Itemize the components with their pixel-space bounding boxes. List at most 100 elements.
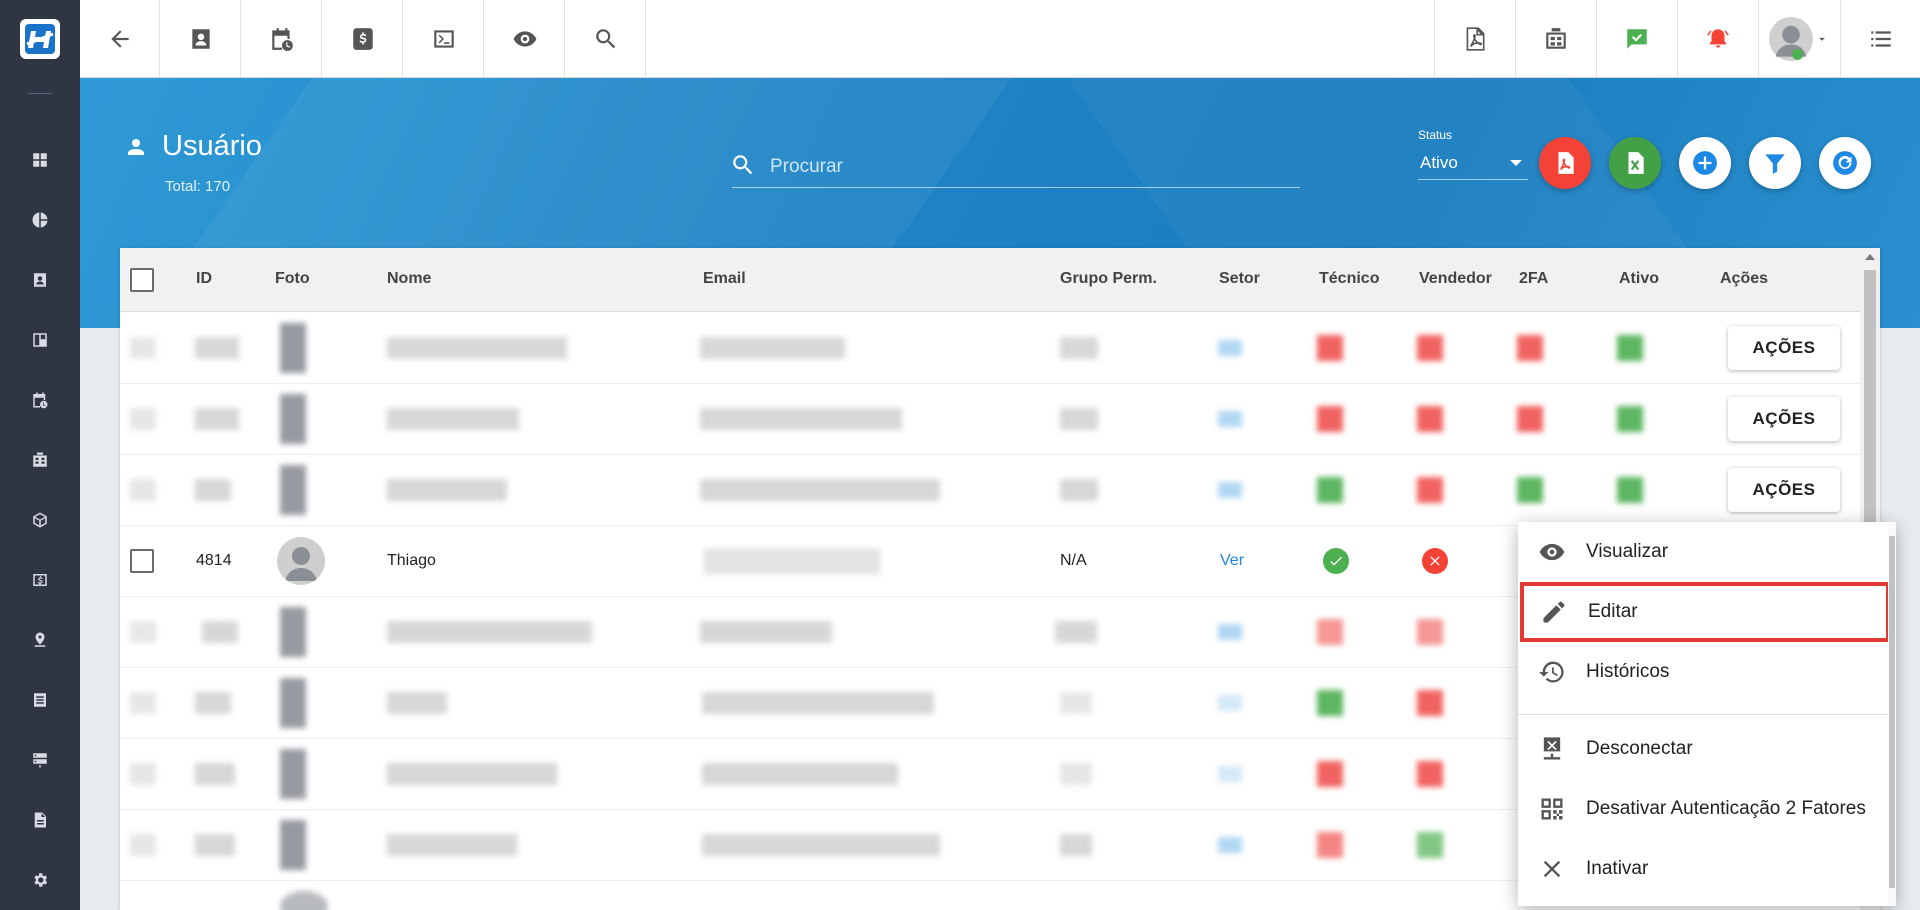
building-icon [1545, 28, 1566, 49]
header-id[interactable]: ID [196, 270, 212, 288]
header-vendedor[interactable]: Vendedor [1419, 270, 1492, 288]
nav-location-icon[interactable] [0, 620, 80, 660]
user-avatar-button[interactable] [1758, 0, 1838, 78]
schedule-button[interactable] [242, 0, 322, 78]
redacted-tecnico [1317, 477, 1343, 503]
search-button[interactable] [566, 0, 646, 78]
menu-scrollbar[interactable] [1888, 522, 1896, 906]
search-input[interactable] [770, 152, 1290, 182]
menu-scroll-thumb[interactable] [1889, 536, 1895, 888]
refresh-icon [1833, 151, 1857, 175]
add-user-button[interactable] [1679, 137, 1731, 189]
header-ativo[interactable]: Ativo [1619, 270, 1659, 288]
app-logo[interactable] [20, 19, 60, 59]
total-count: Total: 170 [165, 178, 231, 195]
alarm-bell-icon [1706, 29, 1729, 48]
redacted-vendedor [1417, 477, 1443, 503]
menu-item-historicos[interactable]: Históricos [1518, 642, 1888, 702]
header-email[interactable]: Email [703, 270, 746, 288]
table-row: AÇÕES [120, 455, 1860, 526]
menu-item-inativar[interactable]: Inativar [1518, 839, 1888, 899]
export-pdf-button[interactable] [1539, 137, 1591, 189]
redacted-sector [1218, 624, 1242, 640]
redacted-ativo [1617, 335, 1643, 361]
redacted-email [702, 763, 898, 785]
status-select[interactable]: Ativo [1418, 146, 1528, 180]
nav-building-icon[interactable] [0, 440, 80, 480]
company-button[interactable] [1515, 0, 1595, 78]
redacted-tecnico [1317, 690, 1343, 716]
nav-chart-icon[interactable] [0, 200, 80, 240]
contacts-button[interactable] [161, 0, 241, 78]
disconnect-icon [1543, 737, 1561, 760]
logo-area[interactable] [0, 0, 80, 78]
row-checkbox[interactable] [130, 549, 154, 573]
filter-button[interactable] [1749, 137, 1801, 189]
header-nome[interactable]: Nome [387, 270, 431, 288]
redacted-email [700, 337, 845, 359]
nav-list-icon[interactable] [0, 680, 80, 720]
finance-button[interactable] [323, 0, 403, 78]
menu-item-editar[interactable]: Editar [1520, 582, 1890, 642]
status-label: Status [1418, 128, 1453, 142]
header-grupo[interactable]: Grupo Perm. [1060, 270, 1157, 288]
menu-item-visualizar[interactable]: Visualizar [1518, 522, 1888, 582]
redacted-id [195, 479, 231, 501]
export-excel-button[interactable] [1609, 137, 1661, 189]
redacted-group [1060, 337, 1098, 359]
menu-button[interactable] [1840, 0, 1920, 78]
nav-server-icon[interactable] [0, 740, 80, 780]
redacted-name [387, 834, 517, 856]
redacted-vendedor [1417, 335, 1443, 361]
pencil-icon [1543, 601, 1565, 623]
menu-item-desativar-2fa[interactable]: Desativar Autenticação 2 Fatores [1518, 779, 1888, 839]
header-setor[interactable]: Setor [1219, 270, 1260, 288]
dollar-icon [352, 28, 373, 50]
acoes-button[interactable]: AÇÕES [1728, 326, 1840, 370]
back-button[interactable] [80, 0, 160, 78]
notifications-button[interactable] [1677, 0, 1757, 78]
redacted-photo [280, 891, 328, 910]
redacted-vendedor [1417, 761, 1443, 787]
header-2fa[interactable]: 2FA [1519, 270, 1548, 288]
redacted-name [387, 337, 567, 359]
redacted-sector [1218, 766, 1242, 782]
header-foto[interactable]: Foto [275, 270, 310, 288]
header-tecnico[interactable]: Técnico [1319, 270, 1379, 288]
redacted-name [387, 763, 557, 785]
redacted-email [700, 408, 902, 430]
redacted-id [195, 337, 239, 359]
nav-dashboard-icon[interactable] [0, 140, 80, 180]
nav-box-icon[interactable] [0, 500, 80, 540]
terminal-button[interactable] [404, 0, 484, 78]
qr-code-icon [1541, 798, 1563, 820]
nav-settings-icon[interactable] [0, 860, 80, 900]
redacted-id [195, 763, 235, 785]
nav-document-icon[interactable] [0, 800, 80, 840]
redacted-group [1060, 763, 1092, 785]
nav-money-icon[interactable] [0, 560, 80, 600]
scroll-up-arrow-icon[interactable] [1865, 254, 1875, 260]
redacted-vendedor [1417, 690, 1443, 716]
tasks-button[interactable] [1596, 0, 1676, 78]
redacted-group [1060, 408, 1098, 430]
menu-item-desconectar[interactable]: Desconectar [1518, 719, 1888, 779]
redacted-checkbox [130, 692, 156, 714]
refresh-button[interactable] [1819, 137, 1871, 189]
redacted-ativo [1617, 406, 1643, 432]
pdf-toolbar-button[interactable] [1434, 0, 1514, 78]
acoes-button[interactable]: AÇÕES [1728, 397, 1840, 441]
redacted-photo [280, 678, 306, 728]
list-menu-icon [1870, 31, 1891, 47]
nav-board-icon[interactable] [0, 320, 80, 360]
contact-card-icon [191, 29, 210, 49]
view-button[interactable] [485, 0, 565, 78]
vendedor-no-icon [1422, 548, 1448, 574]
select-all-checkbox[interactable] [130, 268, 154, 292]
nav-contacts-icon[interactable] [0, 260, 80, 300]
nav-calendar-icon[interactable] [0, 380, 80, 420]
pdf-file-icon [1558, 152, 1574, 174]
setor-link[interactable]: Ver [1220, 552, 1244, 570]
acoes-button[interactable]: AÇÕES [1728, 468, 1840, 512]
redacted-email [704, 548, 880, 574]
